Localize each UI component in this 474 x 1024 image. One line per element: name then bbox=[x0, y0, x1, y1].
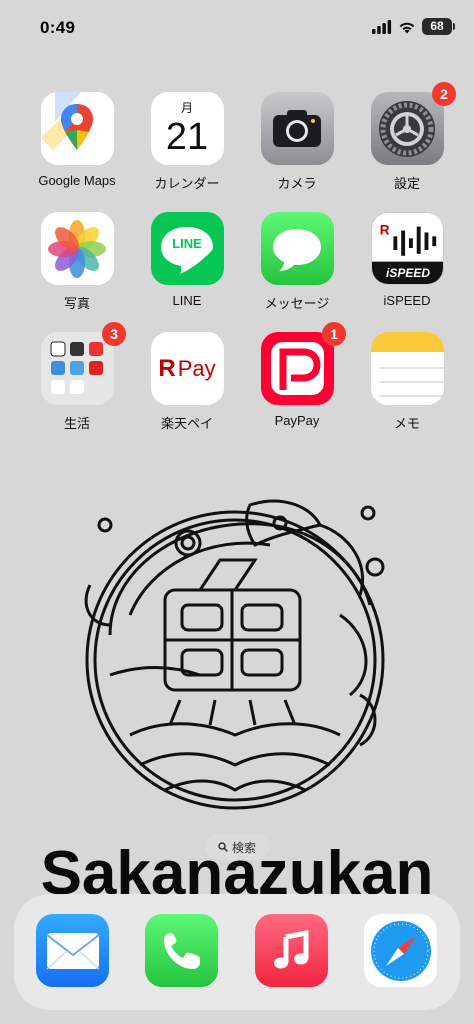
wallpaper-fish-emblem bbox=[84, 499, 385, 810]
app-label: 生活 bbox=[63, 416, 90, 431]
google-maps-icon[interactable] bbox=[40, 92, 114, 165]
app-label: LINE bbox=[172, 293, 202, 308]
rakuten-pay-logo-text: Pay bbox=[177, 355, 216, 381]
status-bar: 0:49 68 bbox=[0, 0, 474, 56]
app-label: 楽天ペイ bbox=[160, 416, 213, 431]
app-photos[interactable]: 写真 bbox=[22, 212, 132, 332]
ispeed-icon[interactable]: R iSPEED bbox=[370, 212, 444, 285]
dock-app-music[interactable] bbox=[255, 914, 328, 987]
mail-icon[interactable] bbox=[36, 914, 109, 987]
phone-icon[interactable] bbox=[145, 914, 218, 987]
dock-app-safari[interactable] bbox=[364, 914, 437, 987]
app-folder-life[interactable]: 3 生活 bbox=[22, 322, 132, 452]
cellular-signal-icon bbox=[372, 19, 392, 34]
app-paypay[interactable]: 1 PayPay bbox=[242, 322, 352, 452]
app-grid: Google Maps 月 21 カレンダー カメラ 2 設定 写真 LINE … bbox=[22, 82, 462, 452]
app-google-maps[interactable]: Google Maps bbox=[22, 92, 132, 212]
battery-indicator: 68 bbox=[422, 18, 455, 35]
calendar-month: 月 bbox=[180, 101, 193, 115]
dock bbox=[14, 894, 460, 1010]
status-icons: 68 bbox=[372, 18, 455, 35]
app-label: 設定 bbox=[393, 176, 420, 191]
line-logo-text: LINE bbox=[172, 236, 202, 251]
app-label: メモ bbox=[393, 416, 420, 431]
rakuten-r-icon: R bbox=[158, 354, 176, 382]
app-label: 写真 bbox=[63, 296, 90, 311]
folder-icon[interactable] bbox=[40, 332, 114, 405]
app-label: メッセージ bbox=[264, 296, 330, 311]
calendar-day: 21 bbox=[165, 116, 209, 158]
app-line[interactable]: LINE LINE bbox=[132, 212, 242, 332]
safari-icon[interactable] bbox=[364, 914, 437, 987]
app-label: Google Maps bbox=[38, 173, 116, 188]
paypay-icon[interactable] bbox=[260, 332, 334, 405]
photos-icon[interactable] bbox=[40, 212, 114, 285]
app-calendar[interactable]: 月 21 カレンダー bbox=[132, 92, 242, 212]
settings-icon[interactable] bbox=[370, 92, 444, 165]
messages-icon[interactable] bbox=[260, 212, 334, 285]
svg-text:R: R bbox=[379, 222, 389, 237]
rakuten-pay-icon[interactable]: R Pay bbox=[150, 332, 224, 405]
calendar-icon[interactable]: 月 21 bbox=[150, 92, 224, 165]
dock-app-phone[interactable] bbox=[145, 914, 218, 987]
line-icon[interactable]: LINE bbox=[150, 212, 224, 285]
app-label: カレンダー bbox=[154, 176, 220, 191]
search-label: 検索 bbox=[231, 840, 256, 855]
search-icon bbox=[218, 842, 228, 852]
app-rakuten-pay[interactable]: R Pay 楽天ペイ bbox=[132, 332, 242, 452]
status-time: 0:49 bbox=[40, 18, 76, 37]
app-messages[interactable]: メッセージ bbox=[242, 212, 352, 332]
app-settings[interactable]: 2 設定 bbox=[352, 82, 462, 212]
ispeed-logo-text: iSPEED bbox=[385, 266, 430, 280]
notes-icon[interactable] bbox=[370, 332, 444, 405]
notification-badge: 1 bbox=[322, 322, 346, 346]
app-label: PayPay bbox=[274, 413, 320, 428]
dock-app-mail[interactable] bbox=[36, 914, 109, 987]
app-label: カメラ bbox=[277, 176, 317, 191]
music-icon[interactable] bbox=[255, 914, 328, 987]
app-label: iSPEED bbox=[383, 293, 431, 308]
wifi-icon bbox=[399, 22, 415, 33]
app-notes[interactable]: メモ bbox=[352, 332, 462, 452]
camera-icon[interactable] bbox=[260, 92, 334, 165]
notification-badge: 2 bbox=[432, 82, 456, 106]
notification-badge: 3 bbox=[102, 322, 126, 346]
app-ispeed[interactable]: R iSPEED iSPEED bbox=[352, 212, 462, 332]
spotlight-search-button[interactable]: 検索 bbox=[205, 834, 269, 860]
app-camera[interactable]: カメラ bbox=[242, 92, 352, 212]
